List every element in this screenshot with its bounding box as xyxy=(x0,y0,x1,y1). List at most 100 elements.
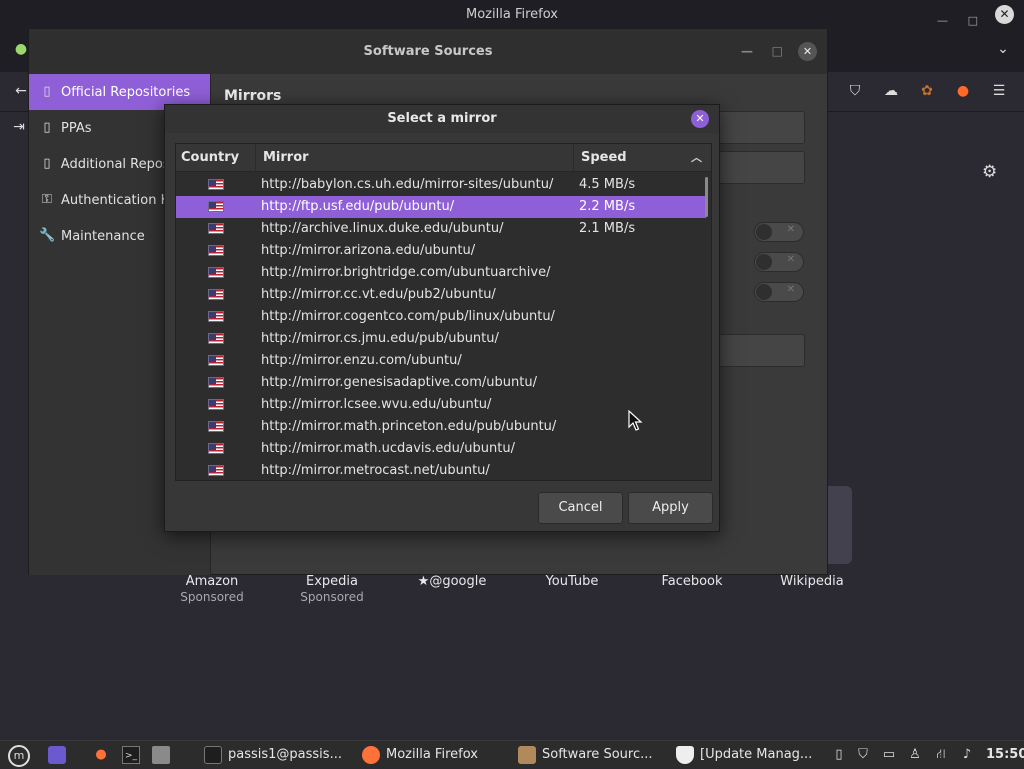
shortcut-amazon[interactable]: Amazon Sponsored xyxy=(152,574,272,604)
mirror-url: http://mirror.math.princeton.edu/pub/ubu… xyxy=(261,419,557,434)
shortcut-facebook[interactable]: Facebook xyxy=(632,574,752,589)
extension-icon-2[interactable]: ✿ xyxy=(918,82,936,100)
taskbar: m ● >_ passis1@passis... Mozilla Firefox… xyxy=(0,740,1024,768)
files-launcher-icon[interactable] xyxy=(152,746,170,764)
us-flag-icon xyxy=(208,421,224,432)
network-tray-icon[interactable]: ⛙ xyxy=(932,746,950,764)
shortcut-wikipedia[interactable]: Wikipedia xyxy=(752,574,872,589)
taskbar-item-label: [Update Manag... xyxy=(700,747,813,762)
clock[interactable]: 15:50 xyxy=(986,741,1024,769)
taskbar-item-firefox[interactable]: Mozilla Firefox xyxy=(362,741,478,769)
list-header: Country Mirror Speed ︿ xyxy=(176,144,711,172)
mirror-row[interactable]: http://babylon.cs.uh.edu/mirror-sites/ub… xyxy=(176,174,706,196)
scrollbar-thumb[interactable] xyxy=(705,177,708,217)
shortcut-label: Wikipedia xyxy=(780,574,844,589)
mirror-row[interactable]: http://mirror.cs.jmu.edu/pub/ubuntu/ xyxy=(176,328,706,350)
mirror-row[interactable]: http://mirror.enzu.com/ubuntu/ xyxy=(176,350,706,372)
shield-icon xyxy=(676,745,694,764)
clipboard-tray-icon[interactable]: ▯ xyxy=(830,746,848,764)
update-shield-tray-icon[interactable]: ⛉ xyxy=(854,746,872,764)
mirror-url: http://mirror.lcsee.wvu.edu/ubuntu/ xyxy=(261,397,492,412)
firefox-launcher-icon[interactable]: ● xyxy=(92,746,110,764)
column-header-mirror[interactable]: Mirror xyxy=(258,144,574,172)
wrench-icon: 🔧 xyxy=(39,228,56,243)
taskbar-item-label: passis1@passis... xyxy=(228,747,342,762)
mint-menu-icon[interactable]: m xyxy=(8,745,30,767)
mirror-row[interactable]: http://mirror.cogentco.com/pub/linux/ubu… xyxy=(176,306,706,328)
column-header-speed[interactable]: Speed ︿ xyxy=(576,144,711,172)
taskbar-item-terminal[interactable]: passis1@passis... xyxy=(204,741,342,769)
mirror-row[interactable]: http://mirror.arizona.edu/ubuntu/ xyxy=(176,240,706,262)
dropdown-field[interactable] xyxy=(709,334,805,367)
repo-icon: ▯ xyxy=(43,84,51,99)
mirror-row[interactable]: http://mirror.genesisadaptive.com/ubuntu… xyxy=(176,372,706,394)
us-flag-icon xyxy=(208,311,224,322)
mirror-url: http://mirror.arizona.edu/ubuntu/ xyxy=(261,243,476,258)
sign-in-icon[interactable]: ⇥ xyxy=(10,118,28,136)
mirror-url: http://babylon.cs.uh.edu/mirror-sites/ub… xyxy=(261,177,554,192)
mirrors-heading: Mirrors xyxy=(224,88,282,104)
column-header-country[interactable]: Country xyxy=(176,144,256,172)
gear-icon[interactable]: ⚙ xyxy=(982,162,997,182)
mirror-row[interactable]: http://archive.linux.duke.edu/ubuntu/2.1… xyxy=(176,218,706,240)
minimize-icon[interactable]: — xyxy=(741,29,753,74)
extension-icon[interactable]: ☁ xyxy=(882,82,900,100)
display-tray-icon[interactable]: ▭ xyxy=(880,746,898,764)
sidebar-item-label: Official Repositories xyxy=(61,84,191,100)
mirror-url: http://ftp.usf.edu/pub/ubuntu/ xyxy=(261,199,455,214)
firefox-titlebar: Mozilla Firefox — □ ✕ xyxy=(0,0,1024,30)
mirror-url: http://mirror.brightridge.com/ubuntuarch… xyxy=(261,265,551,280)
base-mirror-field[interactable] xyxy=(709,151,805,184)
mirror-row[interactable]: http://mirror.math.ucdavis.edu/ubuntu/ xyxy=(176,438,706,460)
close-icon[interactable]: ✕ xyxy=(995,5,1014,24)
apply-button[interactable]: Apply xyxy=(628,492,713,524)
shortcut-sponsored: Sponsored xyxy=(180,590,244,604)
shortcut-youtube[interactable]: YouTube xyxy=(512,574,632,589)
dialog-title: Select a mirror xyxy=(387,111,497,126)
toggle-switch[interactable] xyxy=(754,252,804,272)
shortcut-expedia[interactable]: Expedia Sponsored xyxy=(272,574,392,604)
taskbar-item-update-manager[interactable]: [Update Manag... xyxy=(676,741,812,769)
key-icon: ⚿ xyxy=(42,192,52,207)
mirror-row[interactable]: http://mirror.brightridge.com/ubuntuarch… xyxy=(176,262,706,284)
menu-icon[interactable]: ☰ xyxy=(990,82,1008,100)
software-sources-titlebar: Software Sources — □ ✕ xyxy=(29,29,827,74)
mirror-row[interactable]: http://mirror.lcsee.wvu.edu/ubuntu/ xyxy=(176,394,706,416)
tab-list-chevron-icon[interactable]: ⌄ xyxy=(994,40,1012,58)
us-flag-icon xyxy=(208,443,224,454)
us-flag-icon xyxy=(208,245,224,256)
ppa-icon: ▯ xyxy=(43,120,51,135)
terminal-launcher-icon[interactable]: >_ xyxy=(122,746,140,764)
taskbar-item-label: Mozilla Firefox xyxy=(386,747,478,762)
close-icon[interactable]: ✕ xyxy=(691,110,709,128)
ublock-extension-icon[interactable]: ⛉ xyxy=(846,82,864,100)
toggle-switch[interactable] xyxy=(754,222,804,242)
maximize-icon[interactable]: □ xyxy=(772,29,783,74)
taskbar-item-software-sources[interactable]: Software Sourc... xyxy=(518,741,653,769)
mirror-row[interactable]: http://mirror.math.princeton.edu/pub/ubu… xyxy=(176,416,706,438)
volume-tray-icon[interactable]: ♪ xyxy=(958,746,976,764)
shortcut-google[interactable]: ★@google xyxy=(392,574,512,589)
mirror-row[interactable]: http://ftp.usf.edu/pub/ubuntu/2.2 MB/s xyxy=(176,196,706,218)
sidebar-item-label: PPAs xyxy=(61,120,92,136)
us-flag-icon xyxy=(208,267,224,278)
taskbar-item-label: Software Sourc... xyxy=(542,747,653,762)
sidebar-item-label: Maintenance xyxy=(61,228,145,244)
software-sources-icon xyxy=(518,745,536,764)
mirror-row[interactable]: http://mirror.cc.vt.edu/pub2/ubuntu/ xyxy=(176,284,706,306)
cancel-button[interactable]: Cancel xyxy=(538,492,623,524)
window-title: Software Sources xyxy=(363,44,493,59)
close-icon[interactable]: ✕ xyxy=(798,42,817,61)
main-mirror-field[interactable] xyxy=(709,111,805,144)
mirror-url: http://mirror.genesisadaptive.com/ubuntu… xyxy=(261,375,537,390)
mirror-row[interactable]: http://mirror.metrocast.net/ubuntu/ xyxy=(176,460,706,480)
us-flag-icon xyxy=(208,289,224,300)
mirror-url: http://archive.linux.duke.edu/ubuntu/ xyxy=(261,221,504,236)
user-tray-icon[interactable]: ♙ xyxy=(906,746,924,764)
shortcut-label: Expedia xyxy=(306,574,358,589)
firefox-window-title: Mozilla Firefox xyxy=(466,7,558,22)
toggle-switch[interactable] xyxy=(754,282,804,302)
duckduckgo-icon[interactable]: ● xyxy=(954,82,972,100)
show-desktop-icon[interactable] xyxy=(48,746,66,764)
terminal-icon xyxy=(204,745,222,764)
